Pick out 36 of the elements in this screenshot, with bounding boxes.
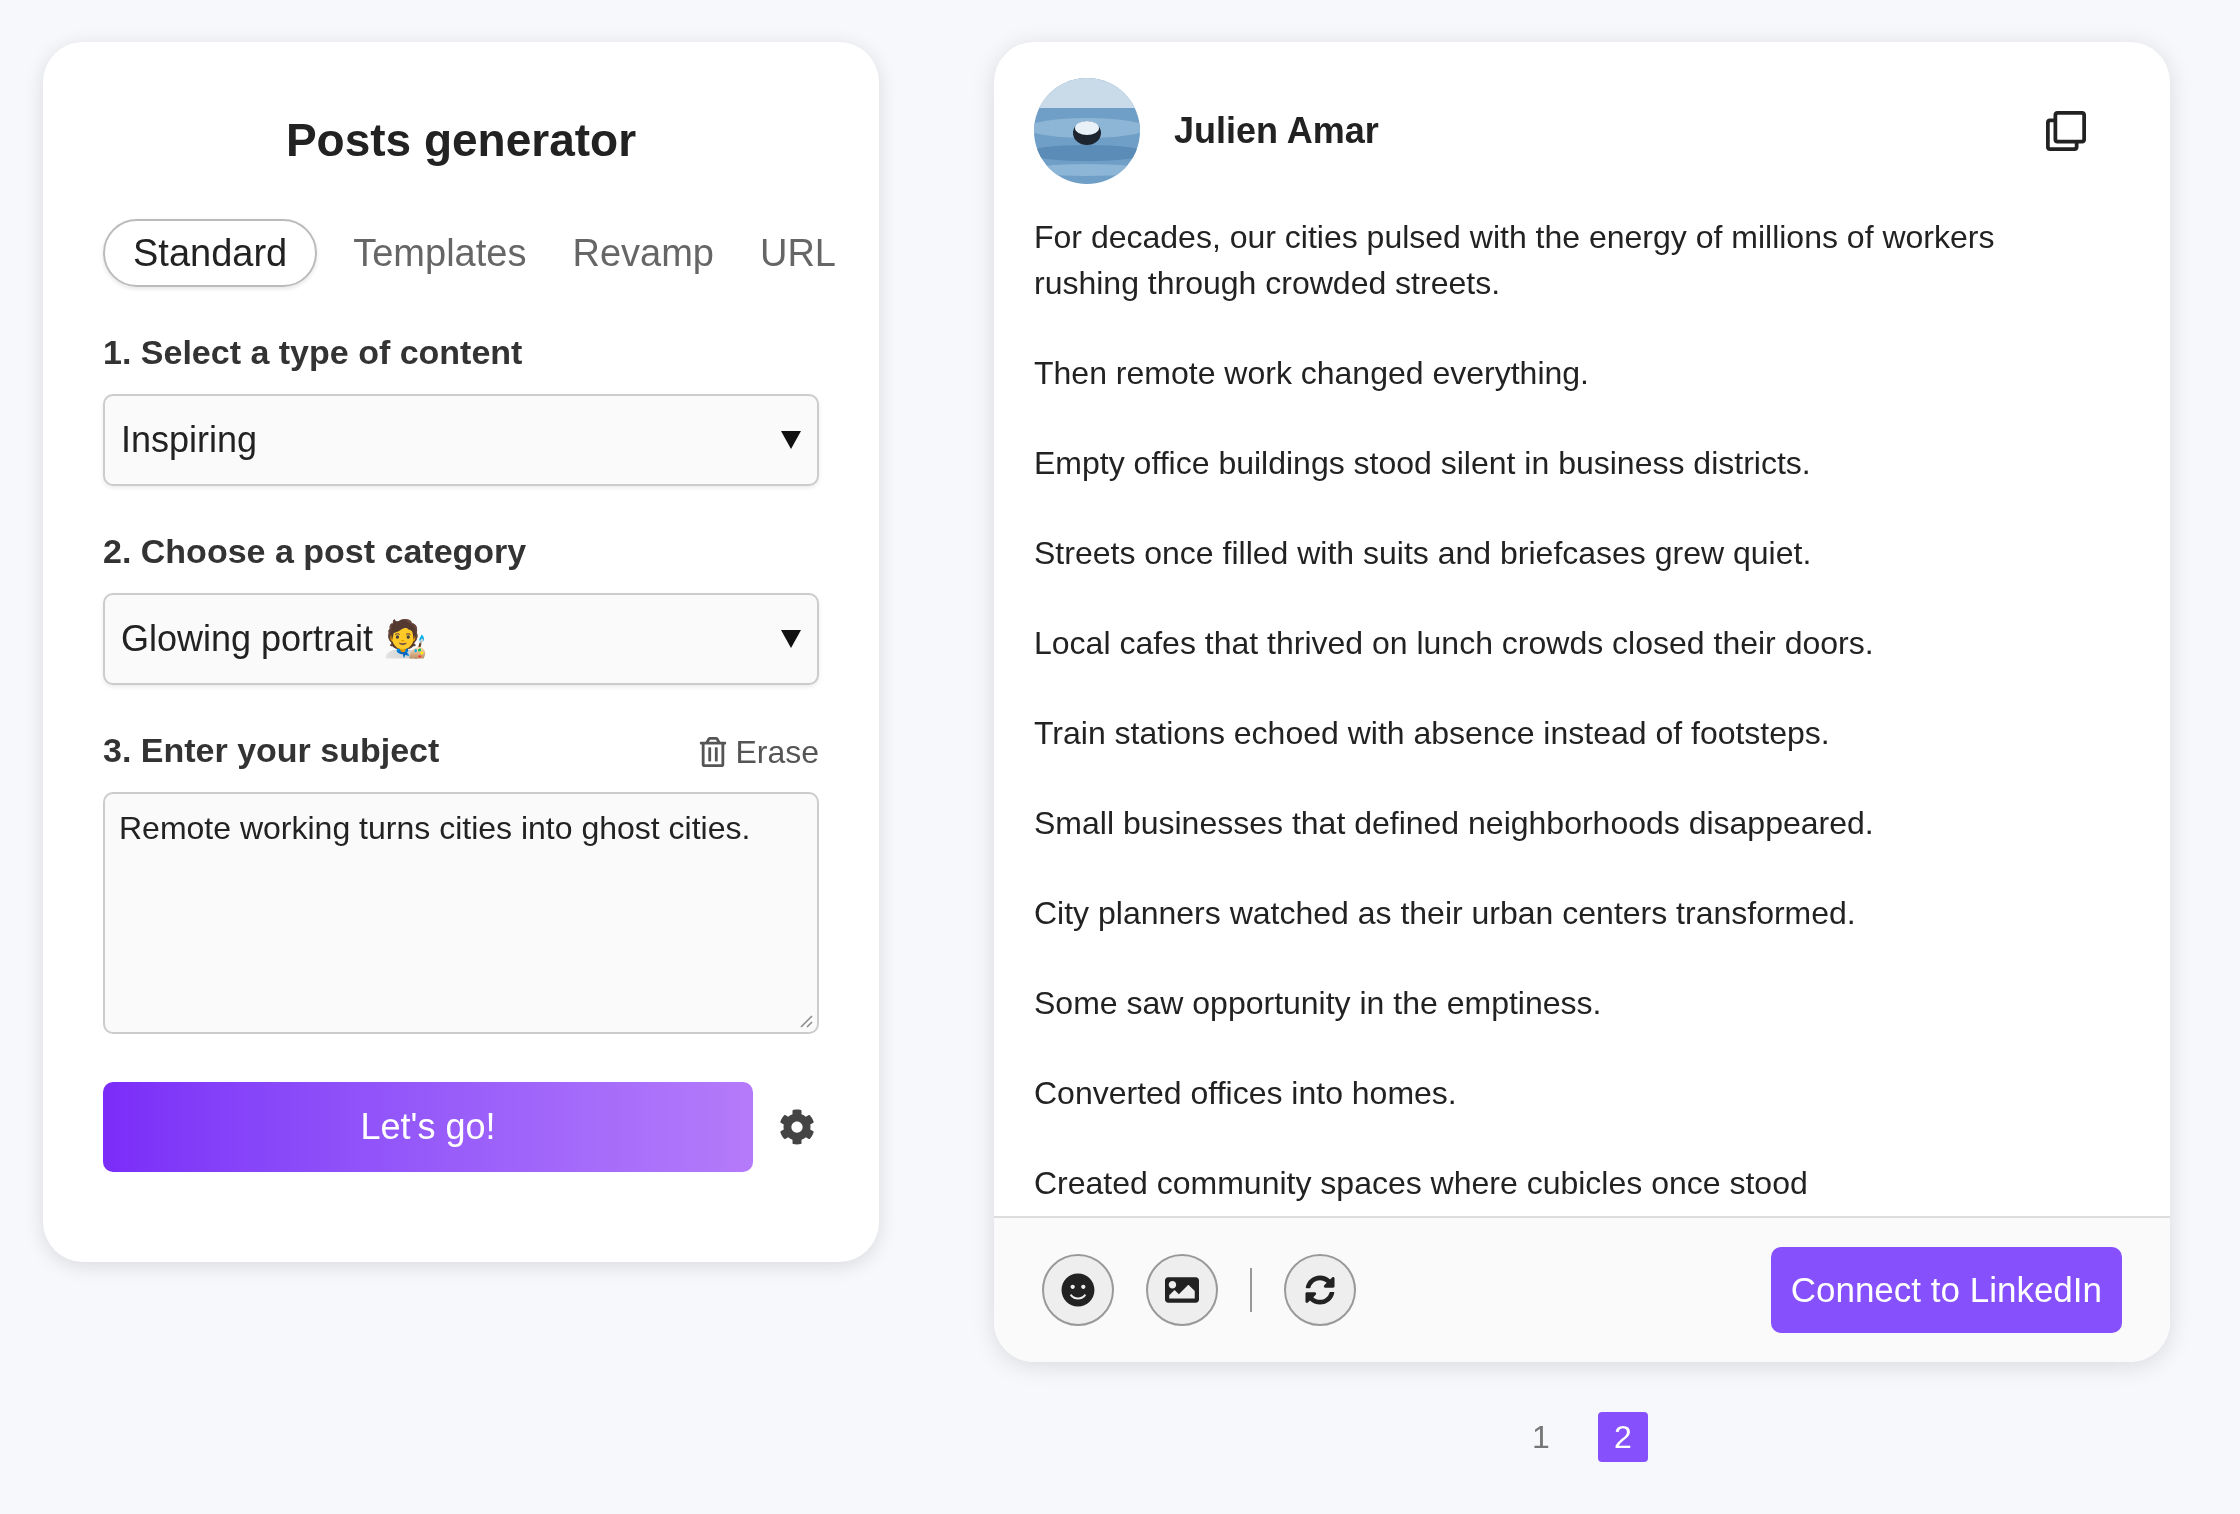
post-paragraph: Created community spaces where cubicles once stood bbox=[1034, 1164, 1809, 1203]
post-paragraph: Then remote work changed everything. bbox=[1034, 354, 1590, 393]
subject-field[interactable]: Remote working turns cities into ghost cities. bbox=[103, 792, 819, 1034]
post-paragraph: Converted offices into homes. bbox=[1034, 1074, 1458, 1113]
post-paragraph: Streets once filled with suits and briefcases grew quiet. bbox=[1034, 534, 1813, 573]
dropdown-arrow-icon bbox=[781, 431, 801, 449]
post-paragraph: City planners watched as their urban centers transformed. bbox=[1034, 894, 1857, 933]
settings-icon[interactable] bbox=[779, 1109, 815, 1145]
tab[interactable]: Templates bbox=[343, 219, 537, 287]
tab[interactable]: Standard bbox=[103, 219, 318, 287]
post-paragraph: Small businesses that defined neighborhoods disappeared. bbox=[1034, 804, 1875, 843]
select-field[interactable]: Glowing portrait 🧑‍🎨 bbox=[103, 593, 819, 685]
step-label: 2. Choose a post category bbox=[103, 531, 527, 572]
trash-icon bbox=[699, 737, 728, 767]
page-button[interactable]: 1 bbox=[1516, 1412, 1566, 1462]
smiley-icon bbox=[1061, 1273, 1095, 1307]
connect-button[interactable]: Connect to LinkedIn bbox=[1770, 1247, 2122, 1333]
tab[interactable]: URL bbox=[749, 219, 846, 287]
resize-handle-icon[interactable] bbox=[799, 1014, 813, 1028]
step-label: 3. Enter your subject bbox=[103, 730, 440, 771]
post-paragraph: Train stations echoed with absence instead of footsteps. bbox=[1034, 714, 1831, 753]
post-paragraph: Local cafes that thrived on lunch crowds closed their doors. bbox=[1034, 624, 1875, 663]
dropdown-arrow-icon bbox=[781, 630, 801, 648]
copy-icon[interactable] bbox=[2046, 111, 2086, 151]
post-paragraph: Empty office buildings stood silent in business districts. bbox=[1034, 444, 1812, 483]
submit-button[interactable]: Let's go! bbox=[103, 1082, 753, 1172]
card-title: Posts generator bbox=[284, 113, 638, 168]
author-name: Julien Amar bbox=[1174, 109, 1379, 153]
post-paragraph: For decades, our cities pulsed with the energy of millions of workers rushing through crowded streets. bbox=[1034, 218, 1996, 303]
step-label: 1. Select a type of content bbox=[103, 332, 523, 373]
select-field[interactable]: Inspiring bbox=[103, 394, 819, 486]
tab[interactable]: Revamp bbox=[562, 219, 724, 287]
post-paragraph: Some saw opportunity in the emptiness. bbox=[1034, 984, 1603, 1023]
erase-button[interactable]: Erase bbox=[699, 728, 819, 776]
refresh-icon bbox=[1305, 1275, 1335, 1305]
page-button[interactable]: 2 bbox=[1598, 1412, 1648, 1462]
